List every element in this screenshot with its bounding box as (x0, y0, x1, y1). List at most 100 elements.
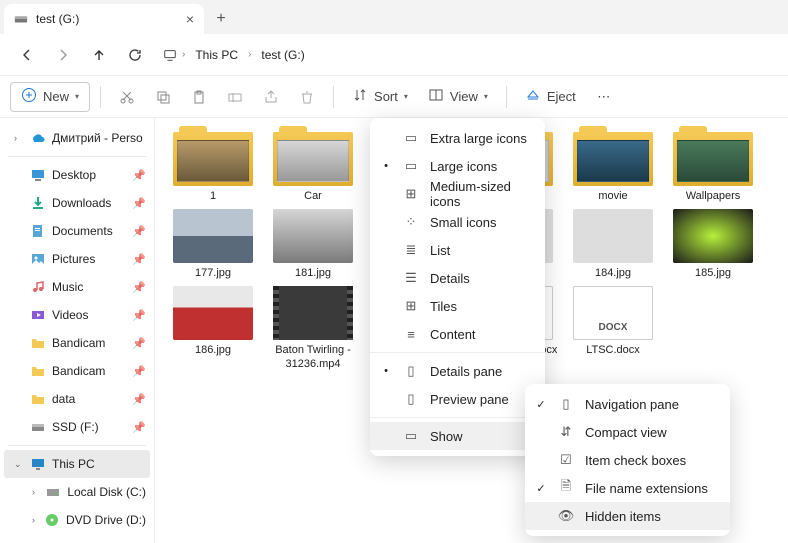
check-icon: ✓ (535, 398, 547, 411)
sidebar-item-user[interactable]: › Дмитрий - Perso (0, 124, 154, 152)
eject-button[interactable]: Eject (517, 82, 584, 112)
view-label: View (450, 89, 478, 104)
menu-item-hidden items[interactable]: 👁 Hidden items (525, 502, 730, 530)
view-button[interactable]: View ▾ (420, 82, 496, 112)
sidebar-item-downloads[interactable]: Downloads 📌 (0, 189, 154, 217)
pin-icon: 📌 (132, 421, 146, 434)
menu-item-preview pane[interactable]: ▯ Preview pane (370, 385, 545, 413)
documents-icon (30, 223, 46, 239)
file-name: 181.jpg (295, 267, 331, 280)
menu-item-compact view[interactable]: ⇵ Compact view (525, 418, 730, 446)
eject-icon (525, 87, 541, 106)
file-item[interactable]: 181.jpg (265, 209, 361, 280)
menu-item-details[interactable]: ☰ Details (370, 264, 545, 292)
menu-item-extra large icons[interactable]: ▭ Extra large icons (370, 124, 545, 152)
file-item[interactable]: Baton Twirling - 31236.mp4 (265, 286, 361, 370)
pin-icon: 📌 (132, 393, 146, 406)
forward-button[interactable] (46, 39, 80, 71)
sidebar-item-DVD Drive (D:)[interactable]: › DVD Drive (D:) (0, 506, 154, 534)
chevron-down-icon: ▾ (75, 92, 79, 101)
menu-item-item check boxes[interactable]: ☑ Item check boxes (525, 446, 730, 474)
file-item[interactable]: 184.jpg (565, 209, 661, 280)
sidebar-item-thispc[interactable]: ⌄ This PC (4, 450, 150, 478)
file-item[interactable]: movie (565, 132, 661, 203)
sidebar-item-videos[interactable]: Videos 📌 (0, 301, 154, 329)
crumb-drive[interactable]: test (G:) (255, 44, 310, 66)
file-item[interactable]: Wallpapers (665, 132, 761, 203)
menu-item-show[interactable]: ▭ Show › (370, 422, 545, 450)
file-name: 177.jpg (195, 267, 231, 280)
menu-item-label: Content (430, 327, 529, 342)
view-option-icon: ⊞ (402, 298, 420, 314)
menu-item-label: File name extensions (585, 481, 714, 496)
paste-button[interactable] (183, 82, 215, 112)
view-option-icon: ☰ (402, 270, 420, 286)
view-option-icon: ▭ (402, 158, 420, 174)
more-button[interactable]: ⋯ (588, 82, 620, 112)
cut-button[interactable] (111, 82, 143, 112)
file-item[interactable]: Car (265, 132, 361, 203)
refresh-button[interactable] (118, 39, 152, 71)
sidebar-item-label: Videos (52, 308, 88, 322)
file-item[interactable]: 1 (165, 132, 261, 203)
breadcrumb[interactable]: › This PC › test (G:) (162, 44, 311, 66)
view-option-icon: ≡ (402, 327, 420, 342)
sidebar-item-label: Bandicam (52, 364, 105, 378)
separator (506, 86, 507, 108)
nav-bar: › This PC › test (G:) (0, 34, 788, 76)
sidebar-item-desktop[interactable]: Desktop 📌 (0, 161, 154, 189)
tab[interactable]: test (G:) × (4, 4, 204, 34)
menu-item-navigation pane[interactable]: ✓ ▯ Navigation pane (525, 390, 730, 418)
file-item[interactable]: 186.jpg (165, 286, 261, 370)
music-icon (30, 279, 46, 295)
new-tab-button[interactable]: + (204, 4, 238, 34)
pictures-icon (30, 251, 46, 267)
menu-item-small icons[interactable]: ⁘ Small icons (370, 208, 545, 236)
up-button[interactable] (82, 39, 116, 71)
menu-item-file name extensions[interactable]: ✓ 🗎 File name extensions (525, 474, 730, 502)
sidebar-item-music[interactable]: Music 📌 (0, 273, 154, 301)
share-button[interactable] (255, 82, 287, 112)
menu-item-label: Preview pane (430, 392, 529, 407)
eject-label: Eject (547, 89, 576, 104)
menu-item-label: Details (430, 271, 529, 286)
sort-button[interactable]: Sort ▾ (344, 82, 416, 112)
menu-item-medium-sized icons[interactable]: ⊞ Medium-sized icons (370, 180, 545, 208)
back-button[interactable] (10, 39, 44, 71)
rename-button[interactable] (219, 82, 251, 112)
separator (8, 445, 146, 446)
sidebar-item-bandicam[interactable]: Bandicam 📌 (0, 357, 154, 385)
show-submenu: ✓ ▯ Navigation pane ⇵ Compact view ☑ Ite… (525, 384, 730, 536)
disk-icon (45, 484, 61, 500)
sidebar-item-pictures[interactable]: Pictures 📌 (0, 245, 154, 273)
sidebar-item-label: Desktop (52, 168, 96, 182)
pc-icon (30, 456, 46, 472)
menu-item-large icons[interactable]: • ▭ Large icons (370, 152, 545, 180)
copy-button[interactable] (147, 82, 179, 112)
file-item[interactable]: 177.jpg (165, 209, 261, 280)
sidebar-item-ssd (f:)[interactable]: SSD (F:) 📌 (0, 413, 154, 441)
menu-item-details pane[interactable]: • ▯ Details pane (370, 357, 545, 385)
chevron-down-icon: ⌄ (14, 459, 24, 470)
file-item[interactable]: LTSC.docx (565, 286, 661, 370)
chevron-down-icon: ▾ (484, 92, 488, 101)
file-item[interactable]: 185.jpg (665, 209, 761, 280)
sidebar-item-label: Documents (52, 224, 113, 238)
menu-item-label: Details pane (430, 364, 529, 379)
menu-item-tiles[interactable]: ⊞ Tiles (370, 292, 545, 320)
delete-button[interactable] (291, 82, 323, 112)
menu-item-content[interactable]: ≡ Content (370, 320, 545, 348)
close-icon[interactable]: × (186, 11, 194, 27)
option-icon: ▯ (557, 396, 575, 412)
downloads-icon (30, 195, 46, 211)
chevron-right-icon: › (32, 487, 39, 497)
sidebar-item-label: data (52, 392, 75, 406)
new-button[interactable]: New ▾ (10, 82, 90, 112)
sidebar-item-data[interactable]: data 📌 (0, 385, 154, 413)
menu-item-list[interactable]: ≣ List (370, 236, 545, 264)
tab-title: test (G:) (36, 12, 178, 26)
crumb-thispc[interactable]: This PC (189, 44, 244, 66)
sidebar-item-Local Disk (C:)[interactable]: › Local Disk (C:) (0, 478, 154, 506)
sidebar-item-documents[interactable]: Documents 📌 (0, 217, 154, 245)
sidebar-item-bandicam[interactable]: Bandicam 📌 (0, 329, 154, 357)
